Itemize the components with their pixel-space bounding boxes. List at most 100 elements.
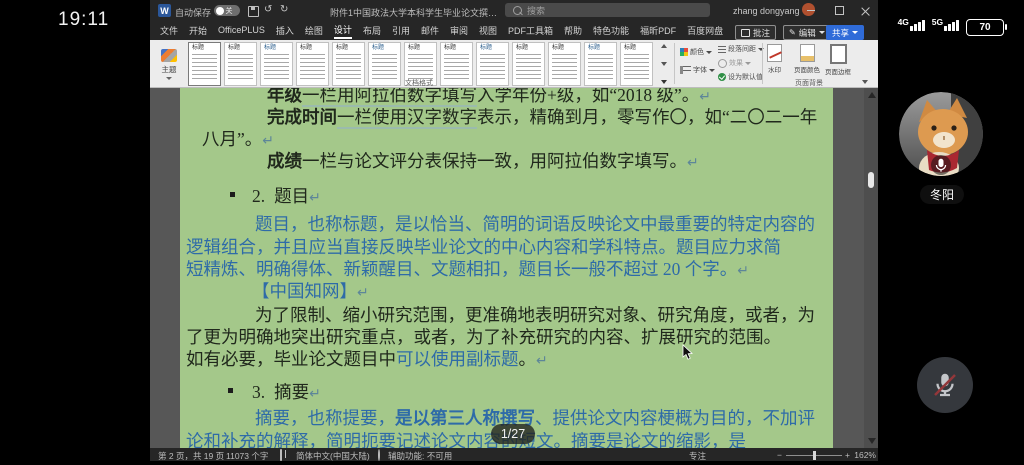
account-name[interactable]: zhang dongyang [733,6,800,16]
minimize-button[interactable] [798,0,824,21]
tab-mailings[interactable]: 邮件 [421,24,439,38]
language-status[interactable]: 简体中文(中国大陆) [296,450,370,461]
style-set-thumbnail[interactable]: 标题 [296,42,329,86]
clock: 19:11 [58,9,109,31]
vertical-scrollbar[interactable] [864,88,878,448]
comment-icon [741,29,750,37]
thumbnail-lines [300,54,325,80]
doc-line: 逻辑组合，并且应当直接反映毕业论文的中心内容和学科特点。题目应力求简 [186,237,781,257]
undo-icon[interactable]: ↺ [264,4,272,15]
tab-design[interactable]: 设计 [334,23,352,39]
phone-status-cluster: 4G 5G 70 [898,18,1004,36]
zoom-slider-thumb[interactable] [813,451,816,460]
style-set-thumbnail[interactable]: 标题 [512,42,545,86]
tab-special-features[interactable]: 特色功能 [593,24,629,38]
paragraph-mark: ↵ [309,191,321,206]
thumbnail-lines [264,54,289,80]
style-set-thumbnail[interactable]: 标题 [620,42,653,86]
watermark-button[interactable]: 水印 [767,44,782,74]
style-set-thumbnail[interactable]: 标题 [548,42,581,86]
themes-button[interactable]: 主题 [154,43,184,85]
list-bullet [230,192,235,197]
tab-pdf-tools[interactable]: PDF工具箱 [508,24,553,38]
set-default-button[interactable]: 设为默认值 [718,72,763,82]
style-set-thumbnail[interactable]: 标题 [476,42,509,86]
style-set-thumbnail[interactable]: 标题 [440,42,473,86]
checkmark-icon [718,73,726,81]
accessibility-icon [378,449,380,461]
paragraph-spacing-button[interactable]: 段落间距 [718,44,764,54]
toggle-knob [216,7,224,15]
style-set-thumbnail[interactable]: 标题 [188,42,221,86]
tab-review[interactable]: 审阅 [450,24,468,38]
style-set-thumbnail[interactable]: 标题 [332,42,365,86]
accessibility-status[interactable]: 辅助功能: 不可用 [388,450,452,461]
search-box[interactable]: 搜索 [505,3,710,17]
page-indicator-pill: 1/27 [491,424,535,444]
collapse-ribbon-icon[interactable] [862,80,868,84]
style-set-thumbnail[interactable]: 标题 [260,42,293,86]
comments-button[interactable]: 批注 [735,25,776,40]
tab-officeplus[interactable]: OfficePLUS [218,25,265,36]
doc-line: 题目，也称标题，是以恰当、简明的词语反映论文中最重要的特定内容的 [255,214,815,234]
document-title: 附件1中国政法大学本科学生毕业论文撰写格式规范（第）(办) - 兼容性… [330,6,498,19]
doc-heading-3: 3.摘要↵ [252,382,321,405]
effects-icon [718,59,727,68]
fonts-icon [680,66,691,74]
colors-icon [680,48,688,56]
document-area: 年级一栏用阿拉伯数字填写入学年份+级，如“2018 级”。↵ 完成时间一栏使用汉… [150,88,878,448]
signal-4g: 4G [898,18,925,36]
zoom-in-icon[interactable]: + [845,450,850,460]
paragraph-mark: ↵ [536,354,548,369]
thumbnail-lines [588,54,613,80]
fonts-button[interactable]: 字体 [680,65,715,75]
thumbnail-lines [192,54,217,80]
redo-icon[interactable]: ↻ [280,4,288,15]
page-color-button[interactable]: 页面颜色 [794,44,820,74]
tab-file[interactable]: 文件 [160,24,178,38]
scrollbar-thumb[interactable] [868,172,874,188]
tab-baidu-netdisk[interactable]: 百度网盘 [687,24,723,38]
themes-icon [161,49,177,62]
chevron-down-icon [709,69,715,72]
style-set-thumbnail[interactable]: 标题 [368,42,401,86]
mic-muted-icon [930,370,960,400]
effects-button[interactable]: 效果 [718,58,751,68]
edit-mode-button[interactable]: ✎编辑 [783,25,831,40]
tab-layout[interactable]: 布局 [363,24,381,38]
thumbnail-lines [336,54,361,80]
paragraph-mark: ↵ [687,156,699,171]
tab-view[interactable]: 视图 [479,24,497,38]
style-set-thumbnail[interactable]: 标题 [224,42,257,86]
close-button[interactable] [852,0,878,21]
autosave-toggle[interactable]: 关 [214,5,240,16]
focus-mode-button[interactable]: 专注 [689,450,706,461]
tab-home[interactable]: 开始 [189,24,207,38]
tab-draw[interactable]: 绘图 [305,24,323,38]
paragraph-spacing-icon [718,46,726,53]
microphone-mute-button[interactable] [917,357,973,413]
tab-insert[interactable]: 插入 [276,24,294,38]
tab-foxit-pdf[interactable]: 福昕PDF [640,24,676,38]
page-number-status[interactable]: 第 2 页，共 19 页 [158,450,224,461]
colors-button[interactable]: 颜色 [680,47,712,57]
scroll-down-icon[interactable] [868,438,876,444]
paragraph-mark: ↵ [309,387,321,402]
save-icon[interactable] [248,6,259,17]
doc-line: 短精炼、明确得体、新颖醒目、文题相扣，题目长一般不超过 20 个字。↵ [186,259,749,282]
doc-heading-2: 2.题目↵ [252,186,321,209]
paragraph-mark: ↵ [737,264,749,279]
page-borders-button[interactable]: 页面边框 [825,44,851,76]
zoom-percentage[interactable]: 162% [854,450,876,460]
doc-line: 如有必要，毕业论文题目中可以使用副标题。↵ [186,349,548,372]
proofing-icon[interactable] [280,449,282,461]
gallery-scroll-buttons[interactable] [658,42,669,86]
tab-help[interactable]: 帮助 [564,24,582,38]
zoom-out-icon[interactable]: − [777,450,782,460]
maximize-button[interactable] [826,0,852,21]
word-count-status[interactable]: 11073 个字 [226,450,268,461]
tab-references[interactable]: 引用 [392,24,410,38]
scroll-up-icon[interactable] [868,92,876,98]
share-button[interactable]: 共享 [826,25,864,40]
style-set-thumbnail[interactable]: 标题 [584,42,617,86]
